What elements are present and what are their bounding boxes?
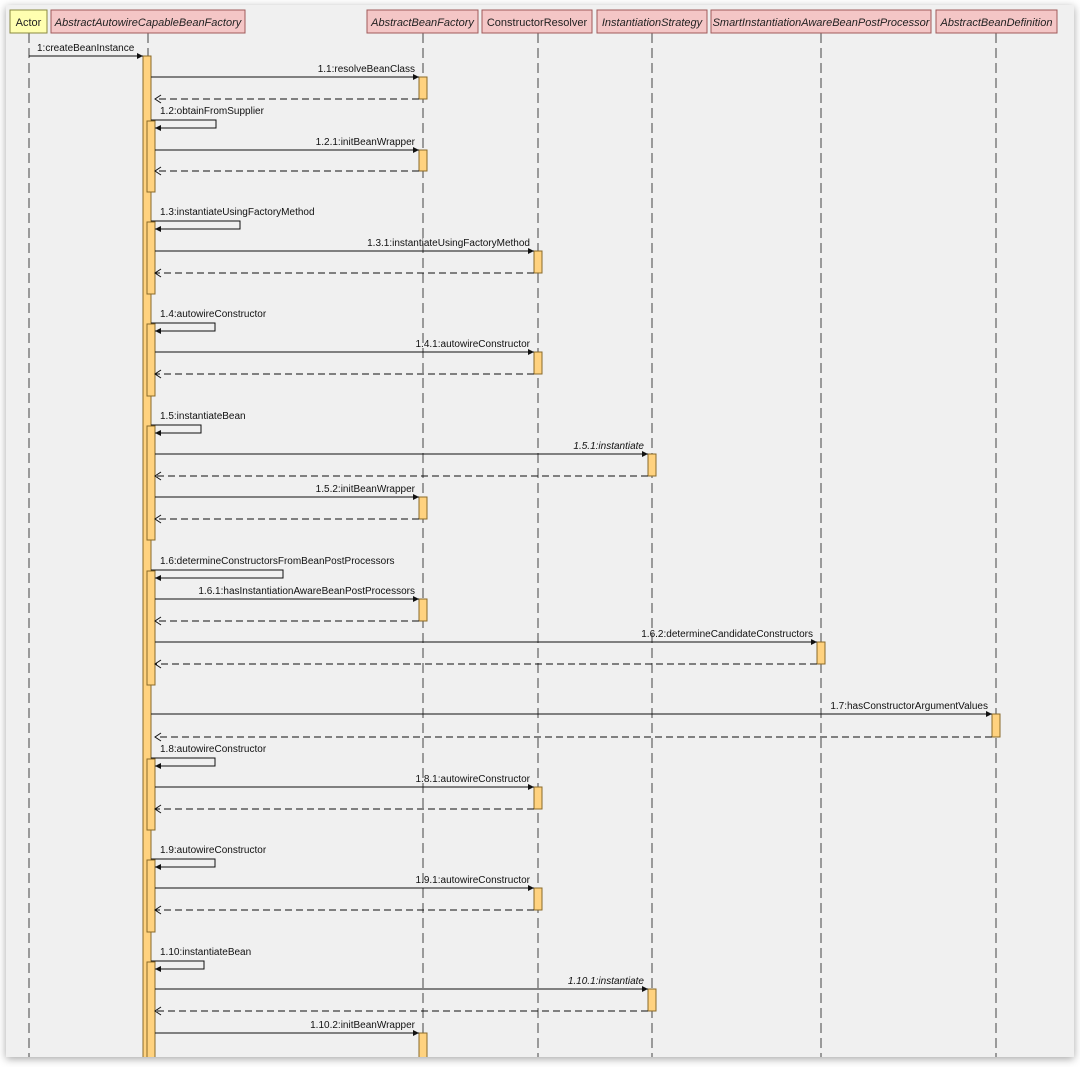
participant-siabpp: SmartInstantiationAwareBeanPostProcessor (710, 9, 932, 34)
message-label: 1.5.2:initBeanWrapper (316, 484, 416, 495)
message-13: 1.6.1:hasInstantiationAwareBeanPostProce… (154, 586, 419, 626)
activation-bar (146, 859, 156, 933)
activation-bar (418, 76, 428, 100)
message-22: 1.10.2:initBeanWrapper (155, 1020, 419, 1036)
activation-bar (533, 786, 543, 810)
message-label: 1.6.2:determineCandidateConstructors (641, 629, 813, 640)
message-2: 1.1:resolveBeanClass (151, 64, 419, 104)
message-label: 1.3:instantiateUsingFactoryMethod (160, 207, 315, 218)
message-label: 1.4:autowireConstructor (160, 309, 267, 320)
message-label: 1.2:obtainFromSupplier (160, 106, 265, 117)
arrowhead-filled (155, 763, 161, 769)
message-label: 1.10.2:initBeanWrapper (310, 1020, 416, 1031)
participant-label: Actor (16, 17, 42, 29)
message-label: 1.9:autowireConstructor (160, 845, 267, 856)
message-20: 1.10:instantiateBean (151, 947, 251, 972)
message-21: 1.10.1:instantiate (154, 976, 648, 1016)
self-message-arrow (151, 569, 284, 579)
message-15: 1.7:hasConstructorArgumentValues (151, 701, 992, 742)
self-message-arrow (151, 220, 241, 230)
activation-bar (533, 250, 543, 274)
message-label: 1.5.1:instantiate (573, 441, 644, 452)
message-label: 1.8:autowireConstructor (160, 744, 267, 755)
participant-label: AbstractBeanFactory (370, 17, 475, 29)
activation-bar (146, 425, 156, 541)
participant-abd: AbstractBeanDefinition (935, 9, 1058, 34)
message-1: 1:createBeanInstance (29, 43, 143, 59)
participant-aacbf: AbstractAutowireCapableBeanFactory (50, 9, 246, 34)
message-16: 1.8:autowireConstructor (151, 744, 267, 769)
activation-bar (418, 1032, 428, 1057)
message-11: 1.5.2:initBeanWrapper (154, 484, 419, 524)
participant-label: InstantiationStrategy (602, 17, 704, 29)
arrowhead-open (154, 659, 162, 669)
activation-bar (991, 713, 1001, 738)
participant-label: AbstractBeanDefinition (940, 17, 1053, 29)
message-17: 1.8.1:autowireConstructor (154, 774, 534, 814)
activation-bar (816, 641, 826, 665)
sequence-diagram: 1:createBeanInstance 1.1:resolveBeanClass… (9, 9, 1058, 1057)
activation-bar (146, 221, 156, 295)
arrowhead-filled (155, 575, 161, 581)
participant-cr: ConstructorResolver (481, 9, 593, 34)
activation-bar (146, 323, 156, 397)
message-4: 1.2.1:initBeanWrapper (154, 137, 419, 176)
message-7: 1.4:autowireConstructor (151, 309, 267, 334)
message-label: 1.6.1:hasInstantiationAwareBeanPostProce… (198, 586, 415, 597)
message-label: 1.6:determineConstructorsFromBeanPostPro… (160, 556, 395, 567)
message-label: 1.10:instantiateBean (160, 947, 251, 958)
participant-is: InstantiationStrategy (596, 9, 708, 34)
message-label: 1.4.1:autowireConstructor (415, 339, 530, 350)
message-19: 1.9.1:autowireConstructor (154, 875, 534, 915)
message-3: 1.2:obtainFromSupplier (151, 106, 265, 131)
message-label: 1.1:resolveBeanClass (318, 64, 415, 75)
activation-bar (146, 758, 156, 831)
arrowhead-filled (155, 966, 161, 972)
message-label: 1:createBeanInstance (37, 43, 135, 54)
diagram-frame: 1:createBeanInstance 1.1:resolveBeanClass… (6, 5, 1074, 1057)
participant-actor: Actor (9, 9, 48, 34)
arrowhead-filled (155, 430, 161, 436)
participant-label: ConstructorResolver (487, 17, 588, 29)
activation-bar (146, 961, 156, 1057)
message-label: 1.3.1:instantiateUsingFactoryMethod (367, 238, 530, 249)
message-9: 1.5:instantiateBean (151, 411, 246, 436)
activation-bar (533, 887, 543, 911)
message-18: 1.9:autowireConstructor (151, 845, 267, 870)
participant-abf: AbstractBeanFactory (366, 9, 479, 34)
message-label: 1.9.1:autowireConstructor (415, 875, 530, 886)
message-label: 1.10.1:instantiate (568, 976, 645, 987)
activation-bar (146, 120, 156, 193)
activation-bar (418, 496, 428, 520)
message-label: 1.8.1:autowireConstructor (415, 774, 530, 785)
arrowhead-filled (137, 53, 143, 59)
arrowhead-filled (155, 864, 161, 870)
message-10: 1.5.1:instantiate (154, 441, 648, 481)
message-8: 1.4.1:autowireConstructor (154, 339, 534, 379)
activation-bar (533, 351, 543, 375)
message-label: 1.5:instantiateBean (160, 411, 246, 422)
participant-label: AbstractAutowireCapableBeanFactory (54, 17, 243, 29)
arrowhead-filled (155, 226, 161, 232)
activation-bar (647, 988, 657, 1012)
message-label: 1.2.1:initBeanWrapper (316, 137, 416, 148)
message-6: 1.3.1:instantiateUsingFactoryMethod (154, 238, 534, 278)
arrowhead-filled (155, 125, 161, 131)
activation-bar (418, 149, 428, 172)
activation-bar (418, 598, 428, 622)
activation-bar (647, 453, 657, 477)
message-12: 1.6:determineConstructorsFromBeanPostPro… (151, 556, 395, 581)
activation-bar (146, 570, 156, 686)
arrowhead-filled (155, 328, 161, 334)
participant-label: SmartInstantiationAwareBeanPostProcessor (713, 17, 931, 29)
message-label: 1.7:hasConstructorArgumentValues (830, 701, 988, 712)
message-5: 1.3:instantiateUsingFactoryMethod (151, 207, 315, 232)
message-14: 1.6.2:determineCandidateConstructors (154, 629, 817, 669)
